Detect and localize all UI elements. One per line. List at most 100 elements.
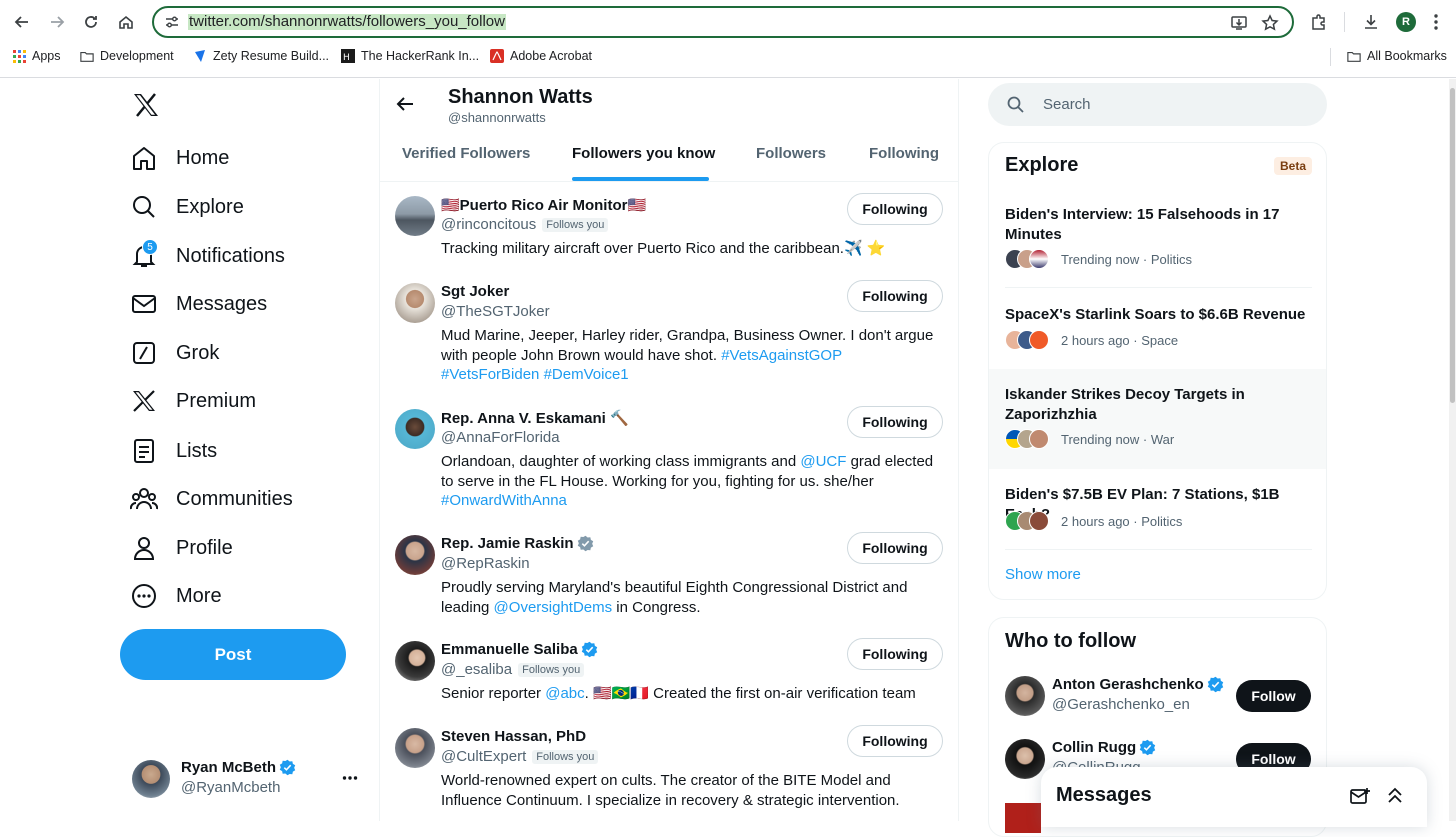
following-button[interactable]: Following	[847, 532, 943, 564]
avatar[interactable]	[395, 535, 435, 575]
mention-link[interactable]: @OversightDems	[494, 599, 613, 616]
hashtag-link[interactable]: #DemVoice1	[544, 366, 629, 383]
back-button[interactable]	[9, 9, 35, 35]
star-icon[interactable]	[1261, 14, 1279, 32]
url-text[interactable]: twitter.com/shannonrwatts/followers_you_…	[188, 14, 506, 30]
folder-icon	[1347, 49, 1361, 63]
trend-title[interactable]: Biden's Interview: 15 Falsehoods in 17 M…	[1005, 205, 1315, 244]
new-message-icon[interactable]	[1350, 787, 1370, 805]
following-button[interactable]: Following	[847, 638, 943, 670]
main-column: Shannon Watts @shannonrwatts Verified Fo…	[380, 79, 959, 821]
nav-label: Notifications	[176, 244, 285, 267]
nav-label: More	[176, 584, 222, 607]
following-button[interactable]: Following	[847, 280, 943, 312]
avatar[interactable]	[395, 728, 435, 768]
trend-item[interactable]: Biden's $7.5B EV Plan: 7 Stations, $1B E…	[989, 485, 1326, 545]
following-button[interactable]: Following	[847, 193, 943, 225]
x-logo-icon[interactable]	[133, 93, 159, 117]
download-icon[interactable]	[1362, 13, 1380, 31]
forward-button[interactable]	[44, 9, 70, 35]
bookmark-hackerrank[interactable]: H The HackerRank In...	[341, 49, 479, 63]
nav-home[interactable]: Home	[130, 134, 229, 182]
scrollbar-thumb[interactable]	[1450, 88, 1455, 403]
search-input[interactable]: Search	[1043, 96, 1091, 113]
avatar[interactable]	[395, 283, 435, 323]
trend-item[interactable]: Iskander Strikes Decoy Targets in Zapori…	[989, 369, 1326, 469]
search-box[interactable]: Search	[988, 83, 1327, 126]
avatar[interactable]	[1005, 739, 1045, 779]
following-button[interactable]: Following	[847, 406, 943, 438]
user-bio: World-renowned expert on cults. The crea…	[441, 772, 900, 809]
double-chevron-up-icon[interactable]	[1386, 786, 1404, 804]
user-handle: @Gerashchenko_en	[1052, 696, 1190, 713]
user-name-text[interactable]: Emmanuelle Saliba	[441, 641, 578, 658]
tab-verified-followers[interactable]: Verified Followers	[402, 145, 530, 162]
bookmark-all[interactable]: All Bookmarks	[1347, 49, 1447, 63]
nav-profile[interactable]: Profile	[130, 524, 233, 572]
reload-button[interactable]	[78, 9, 104, 35]
trend-item[interactable]: Biden's Interview: 15 Falsehoods in 17 M…	[989, 205, 1326, 285]
address-bar[interactable]: twitter.com/shannonrwatts/followers_you_…	[152, 6, 1294, 38]
trend-title[interactable]: Iskander Strikes Decoy Targets in Zapori…	[1005, 385, 1315, 424]
following-button[interactable]: Following	[847, 725, 943, 757]
avatar[interactable]	[395, 409, 435, 449]
trend-title[interactable]: SpaceX's Starlink Soars to $6.6B Revenue	[1005, 305, 1315, 325]
back-arrow-icon[interactable]	[395, 94, 415, 114]
nav-lists[interactable]: Lists	[130, 427, 217, 475]
user-name[interactable]: 🇺🇸Puerto Rico Air Monitor🇺🇸	[441, 196, 646, 214]
user-name-text[interactable]: Rep. Jamie Raskin	[441, 535, 574, 552]
account-name: Ryan McBeth	[181, 759, 277, 776]
hashtag-link[interactable]: #VetsForBiden	[441, 366, 539, 383]
user-handle: @TheSGTJoker	[441, 303, 550, 320]
ellipsis-icon[interactable]	[342, 775, 358, 781]
user-name[interactable]: Rep. Anna V. Eskamani 🔨	[441, 409, 629, 427]
nav-explore[interactable]: Explore	[130, 183, 244, 231]
user-name[interactable]: Collin Rugg	[1052, 739, 1136, 756]
mention-link[interactable]: @UCF	[800, 453, 846, 470]
follow-button[interactable]: Follow	[1236, 680, 1311, 712]
site-settings-icon[interactable]	[164, 14, 180, 30]
avatar[interactable]	[1005, 676, 1045, 716]
post-button[interactable]: Post	[120, 629, 346, 680]
tabs-divider	[380, 181, 958, 182]
search-icon	[130, 193, 158, 221]
bookmark-development[interactable]: Development	[80, 49, 174, 63]
nav-communities[interactable]: Communities	[130, 475, 293, 523]
hashtag-link[interactable]: #OnwardWithAnna	[441, 492, 567, 509]
kebab-menu-icon[interactable]	[1433, 13, 1439, 31]
avatar	[1029, 429, 1049, 449]
tab-followers[interactable]: Followers	[756, 145, 826, 162]
nav-premium[interactable]: Premium	[130, 377, 256, 425]
avatar[interactable]	[395, 196, 435, 236]
user-handle: @rinconcitous	[441, 216, 537, 233]
home-browser-button[interactable]	[113, 9, 139, 35]
user-name[interactable]: Steven Hassan, PhD	[441, 728, 586, 745]
user-name[interactable]: Anton Gerashchenko	[1052, 676, 1204, 693]
suggestion-item[interactable]: Anton Gerashchenko @Gerashchenko_en Foll…	[1005, 676, 1315, 720]
bookmarks-bar: Apps Development Zety Resume Build... H …	[0, 46, 1456, 70]
avatar[interactable]	[395, 641, 435, 681]
messages-drawer-title[interactable]: Messages	[1056, 784, 1152, 807]
user-name[interactable]: Sgt Joker	[441, 283, 509, 300]
bookmark-label: Adobe Acrobat	[510, 49, 593, 63]
tab-following[interactable]: Following	[869, 145, 939, 162]
hashtag-link[interactable]: #VetsAgainstGOP	[721, 347, 842, 364]
person-icon	[130, 534, 158, 562]
profile-avatar[interactable]: R	[1396, 12, 1416, 32]
tab-followers-you-know[interactable]: Followers you know	[572, 145, 715, 162]
bookmark-acrobat[interactable]: Adobe Acrobat	[490, 49, 592, 63]
bookmark-apps[interactable]: Apps	[12, 49, 61, 63]
account-switcher[interactable]: Ryan McBeth @RyanMcbeth	[130, 757, 370, 803]
nav-notifications[interactable]: 5 Notifications	[130, 232, 285, 280]
trend-item[interactable]: SpaceX's Starlink Soars to $6.6B Revenue…	[989, 305, 1326, 365]
bookmark-zety[interactable]: Zety Resume Build...	[193, 49, 329, 63]
nav-grok[interactable]: Grok	[130, 329, 219, 377]
show-more-link[interactable]: Show more	[1005, 566, 1081, 583]
trend-meta: 2 hours ago · Politics	[1061, 513, 1183, 529]
install-app-icon[interactable]	[1230, 14, 1248, 32]
nav-messages[interactable]: Messages	[130, 280, 267, 328]
messages-drawer[interactable]: Messages	[1041, 767, 1427, 827]
nav-more[interactable]: More	[130, 572, 222, 620]
extensions-icon[interactable]	[1310, 13, 1328, 31]
mention-link[interactable]: @abc	[545, 685, 584, 702]
